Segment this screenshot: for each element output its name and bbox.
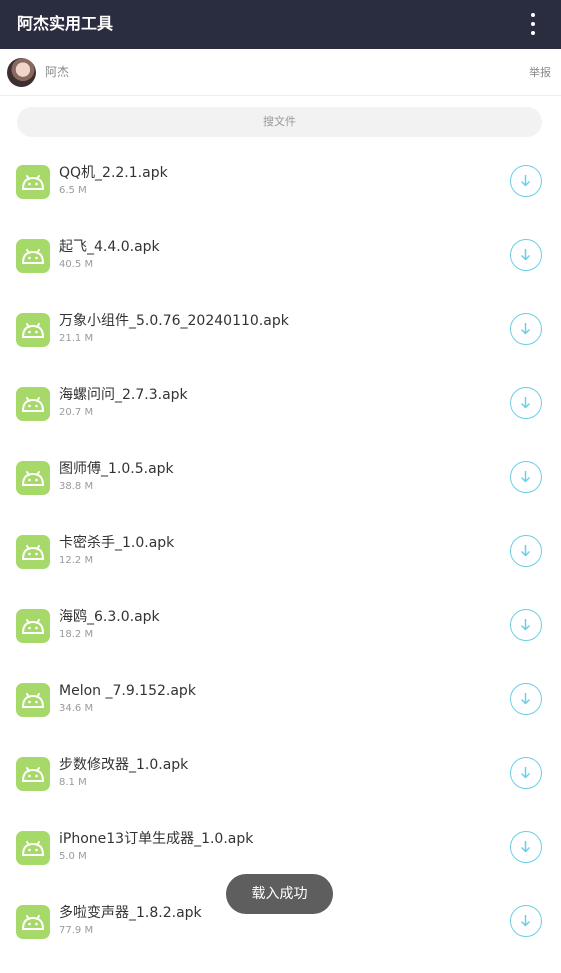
download-icon[interactable] <box>510 239 542 271</box>
file-list-item[interactable]: 图师傅_1.0.5.apk 38.8 M <box>0 441 561 515</box>
file-size: 21.1 M <box>59 333 94 344</box>
file-list-item[interactable]: 海鸥_6.3.0.apk 18.2 M <box>0 589 561 663</box>
android-apk-icon <box>16 609 50 643</box>
file-size: 5.0 M <box>59 851 87 862</box>
android-apk-icon <box>16 387 50 421</box>
file-list-item[interactable]: 步数修改器_1.0.apk 8.1 M <box>0 737 561 811</box>
toast-message: 载入成功 <box>226 874 333 914</box>
file-name: 起飞_4.4.0.apk <box>59 239 160 255</box>
file-name: 步数修改器_1.0.apk <box>59 757 189 773</box>
file-list-item[interactable]: Melon _7.9.152.apk 34.6 M <box>0 663 561 737</box>
file-name: iPhone13订单生成器_1.0.apk <box>59 831 254 847</box>
file-size: 6.5 M <box>59 185 87 196</box>
file-list-item[interactable]: 起飞_4.4.0.apk 40.5 M <box>0 219 561 293</box>
file-size: 34.6 M <box>59 703 94 714</box>
file-name: 海鸥_6.3.0.apk <box>59 609 160 625</box>
file-size: 20.7 M <box>59 407 94 418</box>
file-size: 40.5 M <box>59 259 94 270</box>
file-size: 38.8 M <box>59 481 94 492</box>
download-icon[interactable] <box>510 461 542 493</box>
android-apk-icon <box>16 757 50 791</box>
download-icon[interactable] <box>510 609 542 641</box>
file-name: 卡密杀手_1.0.apk <box>59 535 175 551</box>
username[interactable]: 阿杰 <box>45 64 69 80</box>
more-vertical-icon[interactable] <box>521 13 545 35</box>
download-icon[interactable] <box>510 831 542 863</box>
file-size: 8.1 M <box>59 777 87 788</box>
file-name: QQ机_2.2.1.apk <box>59 165 168 181</box>
android-apk-icon <box>16 831 50 865</box>
android-apk-icon <box>16 165 50 199</box>
android-apk-icon <box>16 239 50 273</box>
android-apk-icon <box>16 461 50 495</box>
file-list-item[interactable]: 卡密杀手_1.0.apk 12.2 M <box>0 515 561 589</box>
file-size: 18.2 M <box>59 629 94 640</box>
android-apk-icon <box>16 535 50 569</box>
download-icon[interactable] <box>510 683 542 715</box>
download-icon[interactable] <box>510 535 542 567</box>
download-icon[interactable] <box>510 387 542 419</box>
file-list-item[interactable]: 海螺问问_2.7.3.apk 20.7 M <box>0 367 561 441</box>
file-size: 77.9 M <box>59 925 94 936</box>
report-link[interactable]: 举报 <box>529 65 551 81</box>
file-name: 万象小组件_5.0.76_20240110.apk <box>59 313 289 329</box>
avatar[interactable] <box>7 58 36 87</box>
file-name: Melon _7.9.152.apk <box>59 683 196 699</box>
search-input[interactable]: 搜文件 <box>17 107 542 137</box>
android-apk-icon <box>16 905 50 939</box>
download-icon[interactable] <box>510 757 542 789</box>
download-icon[interactable] <box>510 905 542 937</box>
android-apk-icon <box>16 313 50 347</box>
download-icon[interactable] <box>510 313 542 345</box>
file-name: 多啦变声器_1.8.2.apk <box>59 905 202 921</box>
file-list: QQ机_2.2.1.apk 6.5 M 起飞_4.4.0.apk 40.5 M 万象小组… <box>0 145 561 959</box>
file-name: 海螺问问_2.7.3.apk <box>59 387 188 403</box>
user-row: 阿杰 举报 <box>0 49 561 96</box>
app-header: 阿杰实用工具 <box>0 0 561 49</box>
app-title: 阿杰实用工具 <box>17 14 114 33</box>
file-list-item[interactable]: 万象小组件_5.0.76_20240110.apk 21.1 M <box>0 293 561 367</box>
file-name: 图师傅_1.0.5.apk <box>59 461 174 477</box>
android-apk-icon <box>16 683 50 717</box>
file-list-item[interactable]: QQ机_2.2.1.apk 6.5 M <box>0 145 561 219</box>
download-icon[interactable] <box>510 165 542 197</box>
file-size: 12.2 M <box>59 555 94 566</box>
